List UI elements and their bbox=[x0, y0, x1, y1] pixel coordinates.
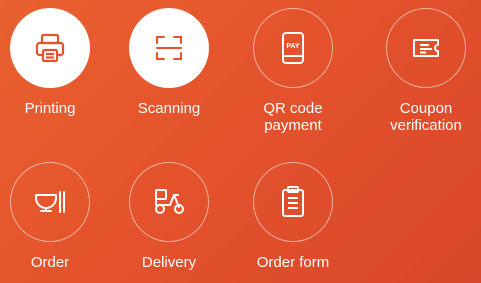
qr-payment-tile[interactable]: PAY QR code payment bbox=[243, 8, 343, 134]
order-tile[interactable]: Order bbox=[0, 162, 100, 271]
order-form-button[interactable] bbox=[253, 162, 333, 242]
scooter-icon bbox=[151, 185, 187, 219]
coupon-verification-tile[interactable]: Coupon verification bbox=[376, 8, 476, 134]
scanning-tile[interactable]: Scanning bbox=[119, 8, 219, 117]
order-button[interactable] bbox=[10, 162, 90, 242]
order-form-label: Order form bbox=[256, 254, 330, 271]
order-label: Order bbox=[30, 254, 70, 271]
printer-icon bbox=[33, 31, 67, 65]
printing-label: Printing bbox=[24, 100, 76, 117]
ticket-icon bbox=[409, 31, 443, 65]
pay-icon-text: PAY bbox=[286, 43, 300, 50]
scanning-button[interactable] bbox=[129, 8, 209, 88]
qr-payment-button[interactable]: PAY bbox=[253, 8, 333, 88]
scanning-label: Scanning bbox=[137, 100, 201, 117]
qr-payment-label: QR code payment bbox=[263, 100, 323, 134]
delivery-label: Delivery bbox=[141, 254, 197, 271]
delivery-tile[interactable]: Delivery bbox=[119, 162, 219, 271]
order-form-tile[interactable]: Order form bbox=[243, 162, 343, 271]
scan-frame-icon bbox=[152, 31, 186, 65]
printing-button[interactable] bbox=[10, 8, 90, 88]
coupon-verification-button[interactable] bbox=[386, 8, 466, 88]
clipboard-icon bbox=[276, 184, 310, 220]
printing-tile[interactable]: Printing bbox=[0, 8, 100, 117]
delivery-button[interactable] bbox=[129, 162, 209, 242]
coupon-verification-label: Coupon verification bbox=[390, 100, 462, 134]
pay-phone-icon: PAY bbox=[276, 30, 310, 66]
bowl-icon bbox=[32, 185, 68, 219]
